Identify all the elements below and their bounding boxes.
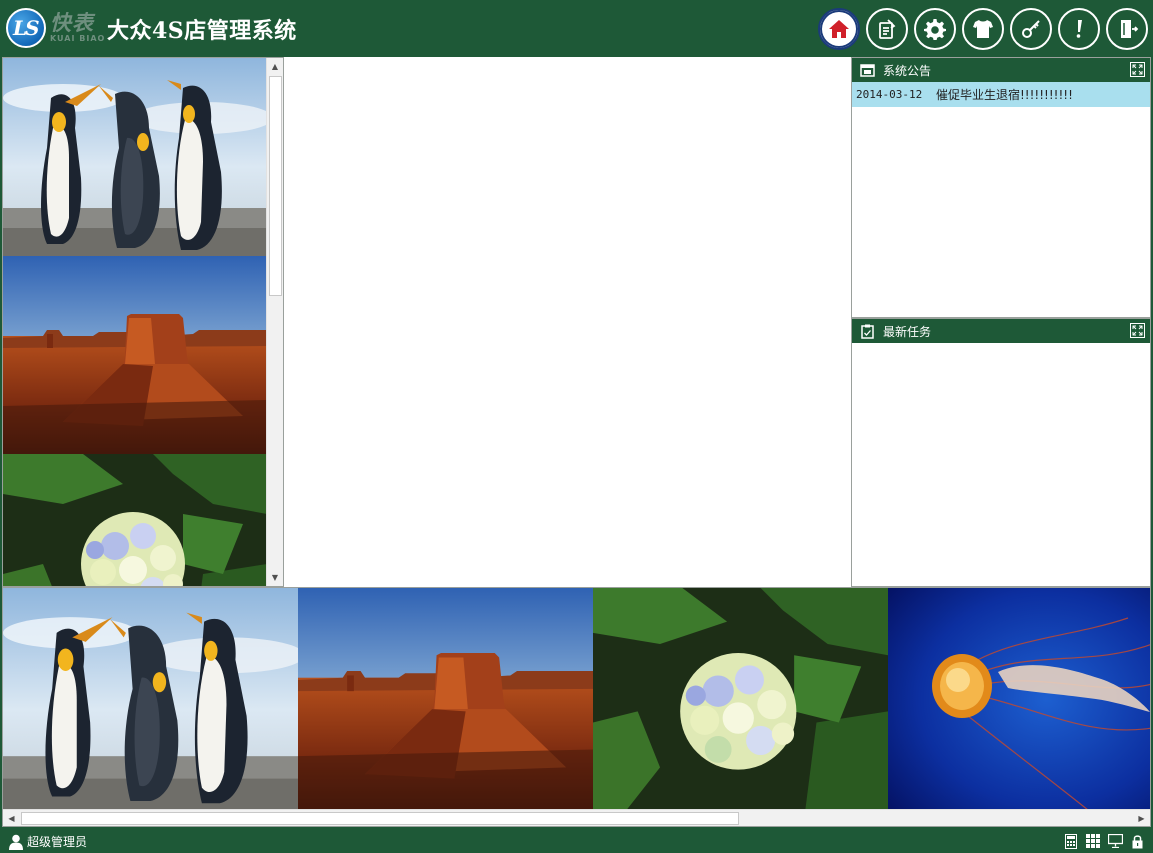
desert-image [3,256,267,454]
task-panel-header: 最新任务 [852,319,1150,343]
logo-english-text: KUAI BIAO [50,34,106,43]
home-button[interactable] [818,8,860,50]
notice-panel: 系统公告 2014-03-12 催促毕业生退宿!!!!!!!!!!! [851,57,1151,318]
skin-button[interactable] [962,8,1004,50]
scroll-down-arrow-icon[interactable]: ▼ [267,569,283,586]
logo-chinese-text: 快表 [50,11,94,35]
app-logo: LS 快表 KUAI BIAO [6,7,106,49]
scroll-right-arrow-icon[interactable]: ▶ [1133,810,1150,826]
grid-icon[interactable] [1085,833,1101,849]
image-gallery-panel[interactable]: ◀ ▶ [2,587,1151,827]
lock-icon[interactable] [1129,833,1145,849]
calculator-icon[interactable] [1063,833,1079,849]
logout-button[interactable] [1106,8,1148,50]
jellyfish-image [888,588,1151,810]
settings-button[interactable] [914,8,956,50]
scroll-up-arrow-icon[interactable]: ▲ [267,58,283,75]
change-password-button[interactable] [1010,8,1052,50]
center-workspace [284,57,851,587]
shirt-icon [973,20,993,38]
task-panel: 最新任务 [851,318,1151,587]
header-toolbar [818,8,1148,50]
notice-panel-title: 系统公告 [883,63,932,78]
logout-icon [1121,20,1139,38]
gallery-scrollbar[interactable]: ◀ ▶ [3,809,1150,826]
status-bar: 超级管理员 [0,829,1153,853]
app-window: LS 快表 KUAI BIAO 大众4S店管理系统 ▲ ▼ 系统公告 2014-… [0,0,1153,853]
image-column-panel[interactable]: ▲ ▼ [2,57,284,587]
calendar-icon [859,62,875,78]
clipboard-icon [859,323,875,339]
gear-icon [924,19,946,40]
home-icon [829,20,849,38]
image-column-scrollbar[interactable]: ▲ ▼ [266,58,283,586]
penguins-image [3,588,298,810]
scroll-thumb[interactable] [21,812,739,825]
about-button[interactable] [1058,8,1100,50]
desert-image [298,588,593,810]
app-title: 大众4S店管理系统 [107,18,297,44]
notice-text[interactable]: 催促毕业生退宿!!!!!!!!!!! [936,86,1073,103]
notice-date: 2014-03-12 [856,88,923,101]
key-icon [1022,20,1040,38]
edit-document-icon [879,19,896,39]
edit-document-button[interactable] [866,8,908,50]
task-panel-title: 最新任务 [883,324,932,339]
current-user: 超级管理员 [9,833,87,850]
monitor-icon[interactable] [1107,833,1123,849]
header-bar: LS 快表 KUAI BIAO 大众4S店管理系统 [0,0,1153,56]
scroll-left-arrow-icon[interactable]: ◀ [3,810,20,826]
user-name: 超级管理员 [27,835,88,849]
penguins-image [3,58,267,256]
hydrangea-image [3,454,267,587]
status-tools [1063,833,1145,849]
scroll-thumb[interactable] [269,76,282,296]
user-icon [9,834,23,850]
maximize-icon[interactable] [1130,62,1145,77]
notice-row[interactable]: 2014-03-12 催促毕业生退宿!!!!!!!!!!! [852,82,1150,107]
main-content: ▲ ▼ 系统公告 2014-03-12 催促毕业生退宿!!!!!!!!!!! 最… [2,57,1151,827]
exclamation-icon [1076,20,1082,38]
logo-badge-icon: LS [6,8,46,48]
notice-panel-header: 系统公告 [852,58,1150,82]
maximize-icon[interactable] [1130,323,1145,338]
hydrangea-image [593,588,888,810]
